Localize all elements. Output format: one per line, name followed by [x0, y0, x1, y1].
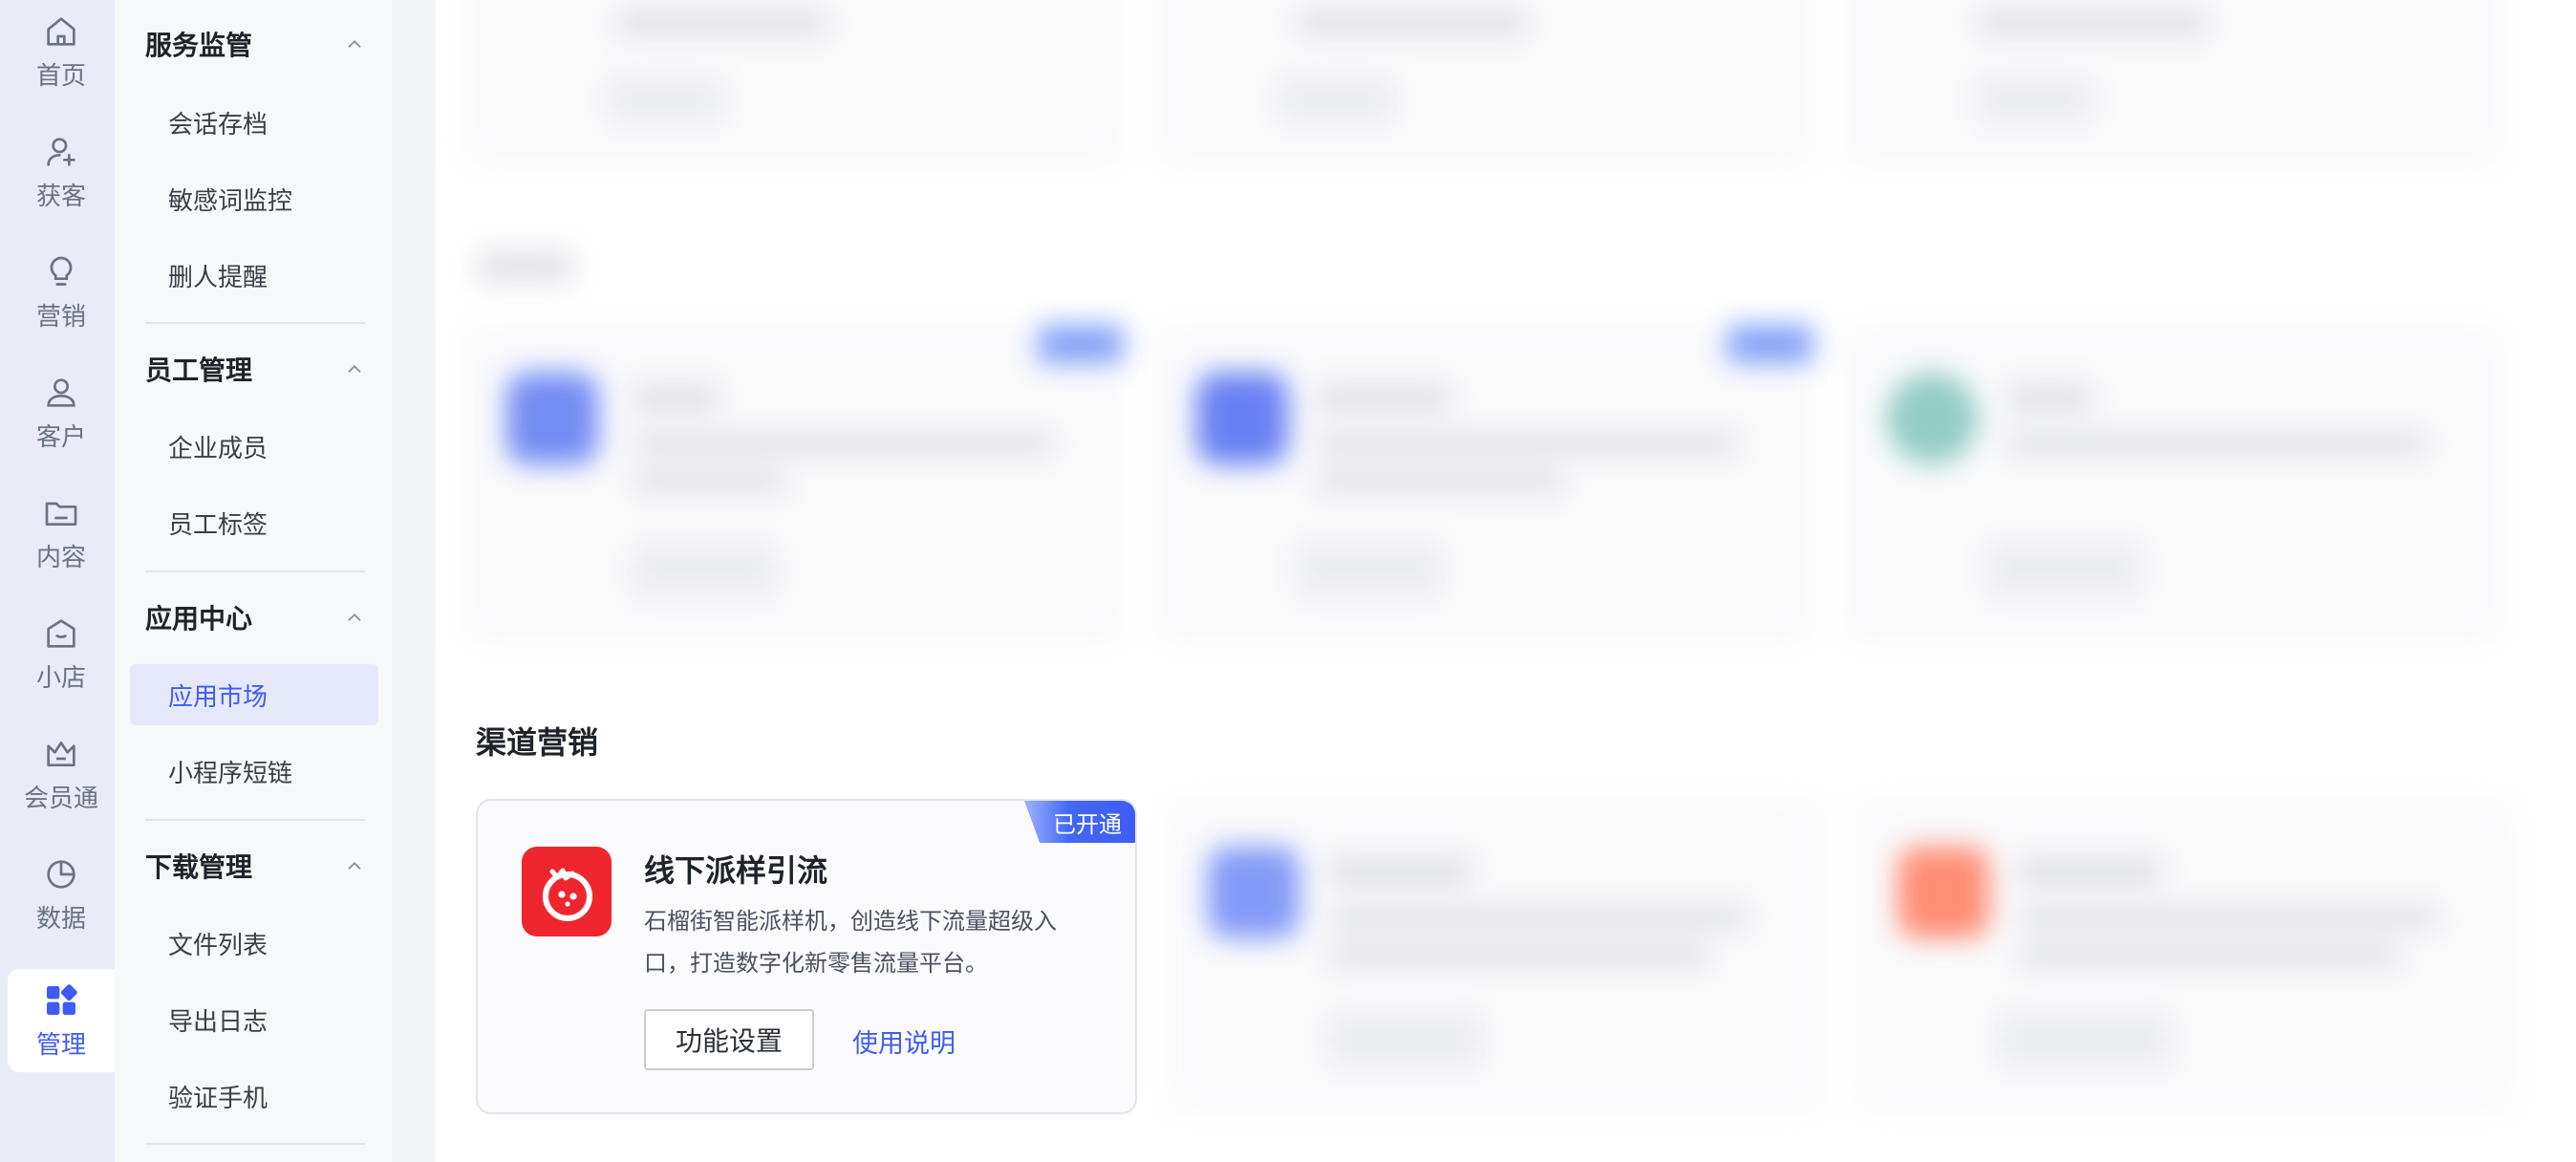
menu-group-download-management[interactable]: 下载管理	[145, 837, 365, 894]
menu-item-file-list[interactable]: 文件列表	[130, 913, 378, 974]
menu-item-session-archive[interactable]: 会话存档	[130, 92, 378, 153]
app-card-description-line: 口，打造数字化新零售流量平台。	[644, 950, 988, 977]
rail-item-manage[interactable]: 管理	[8, 969, 115, 1072]
blurred-card	[1166, 799, 1825, 1114]
menu-item-label: 小程序短链	[168, 759, 293, 788]
app-card-description: 石榴街智能派样机，创造线下流量超级入 口，打造数字化新零售流量平台。	[644, 900, 1084, 984]
rail-item-content[interactable]: 内容	[8, 482, 115, 585]
rail-item-data[interactable]: 数据	[8, 843, 115, 946]
rail-item-membership[interactable]: 会员通	[8, 722, 115, 826]
user-icon	[47, 377, 75, 407]
pie-chart-icon	[47, 859, 75, 889]
menu-item-staff-tags[interactable]: 员工标签	[130, 492, 378, 553]
secondary-menu: 服务监管 会话存档 敏感词监控 删人提醒 员工管理 企业成员 员工标签 应用中心…	[115, 0, 392, 1162]
menu-item-label: 企业成员	[168, 434, 268, 463]
menu-divider	[145, 322, 365, 324]
menu-item-label: 敏感词监控	[168, 186, 293, 216]
pomegranate-logo-icon	[543, 868, 592, 921]
icon-rail: 首页 获客 营销 客户 内容 小店 会员通 数据 管理	[0, 0, 115, 1162]
rail-item-acquire[interactable]: 获客	[8, 120, 115, 224]
settings-button[interactable]: 功能设置	[644, 1009, 814, 1070]
blurred-card	[1844, 325, 2503, 644]
user-add-icon	[47, 137, 75, 166]
chevron-up-icon	[348, 39, 361, 48]
status-badge-label: 已开通	[1053, 810, 1122, 838]
rail-item-home[interactable]: 首页	[8, 0, 115, 103]
menu-item-verify-phone[interactable]: 验证手机	[130, 1065, 378, 1127]
grid-icon	[47, 983, 77, 1015]
menu-group-title: 员工管理	[145, 355, 253, 386]
menu-group-staff-management[interactable]: 员工管理	[145, 340, 365, 398]
blurred-card	[1856, 799, 2515, 1114]
main-content: 渠道营销 已开通 线下派样引流 石榴街智能派样机，创造线下流量超级入 口，打造数…	[436, 0, 2576, 1162]
menu-group-title: 下载管理	[145, 851, 253, 883]
menu-item-members[interactable]: 企业成员	[130, 416, 378, 477]
menu-item-label: 文件列表	[168, 931, 268, 960]
chevron-up-icon	[348, 861, 361, 870]
blurred-section-title	[478, 250, 573, 283]
menu-item-delete-reminder[interactable]: 删人提醒	[130, 245, 378, 306]
crown-icon	[47, 741, 75, 766]
rail-item-label: 会员通	[23, 784, 98, 813]
rail-item-customer[interactable]: 客户	[8, 361, 115, 464]
menu-item-export-log[interactable]: 导出日志	[130, 989, 378, 1050]
blurred-card	[1844, 0, 2503, 166]
menu-group-service-supervision[interactable]: 服务监管	[145, 15, 365, 73]
rail-item-label: 数据	[35, 904, 86, 934]
app-card-title: 线下派样引流	[644, 852, 828, 889]
rail-item-label: 小店	[35, 663, 86, 693]
section-title-channel-marketing: 渠道营销	[476, 724, 599, 761]
folder-icon	[45, 502, 77, 526]
rail-item-label: 内容	[35, 543, 86, 572]
menu-group-app-center[interactable]: 应用中心	[145, 589, 365, 646]
rail-item-label: 营销	[35, 302, 86, 332]
chevron-up-icon	[348, 613, 361, 621]
rail-item-marketing[interactable]: 营销	[8, 241, 115, 344]
rail-item-shop[interactable]: 小店	[8, 602, 115, 705]
menu-divider	[145, 1143, 365, 1145]
menu-item-label: 员工标签	[168, 510, 268, 540]
menu-divider	[145, 819, 365, 821]
menu-item-label: 验证手机	[168, 1084, 268, 1113]
rail-item-label: 客户	[35, 422, 86, 452]
menu-item-label: 应用市场	[168, 682, 268, 712]
shop-icon	[47, 618, 75, 648]
menu-item-mini-program-link[interactable]: 小程序短链	[130, 741, 378, 802]
menu-group-title: 应用中心	[145, 603, 253, 635]
menu-item-label: 删人提醒	[168, 263, 268, 292]
menu-divider	[145, 570, 365, 572]
app-icon	[522, 847, 612, 936]
bulb-icon	[50, 256, 73, 286]
app-card-offline-sampling: 已开通 线下派样引流 石榴街智能派样机，创造线下流量超级入 口，打造数字化新零售…	[476, 799, 1137, 1114]
chevron-up-icon	[348, 364, 361, 373]
status-badge: 已开通	[1024, 801, 1135, 843]
menu-group-title: 服务监管	[145, 30, 253, 61]
menu-item-sensitive-words[interactable]: 敏感词监控	[130, 168, 378, 229]
blurred-card	[464, 0, 1124, 166]
menu-item-app-market[interactable]: 应用市场	[130, 664, 378, 725]
rail-item-label: 获客	[35, 182, 86, 211]
blurred-card	[1154, 325, 1814, 644]
menu-item-label: 导出日志	[168, 1007, 268, 1037]
blurred-card	[464, 325, 1124, 644]
rail-item-label: 管理	[35, 1030, 86, 1060]
blurred-card	[1154, 0, 1814, 166]
home-icon	[47, 16, 75, 46]
menu-item-label: 会话存档	[168, 110, 268, 140]
app-card-description-line: 石榴街智能派样机，创造线下流量超级入	[644, 908, 1057, 935]
rail-item-label: 首页	[35, 61, 86, 91]
help-link[interactable]: 使用说明	[852, 1022, 955, 1060]
